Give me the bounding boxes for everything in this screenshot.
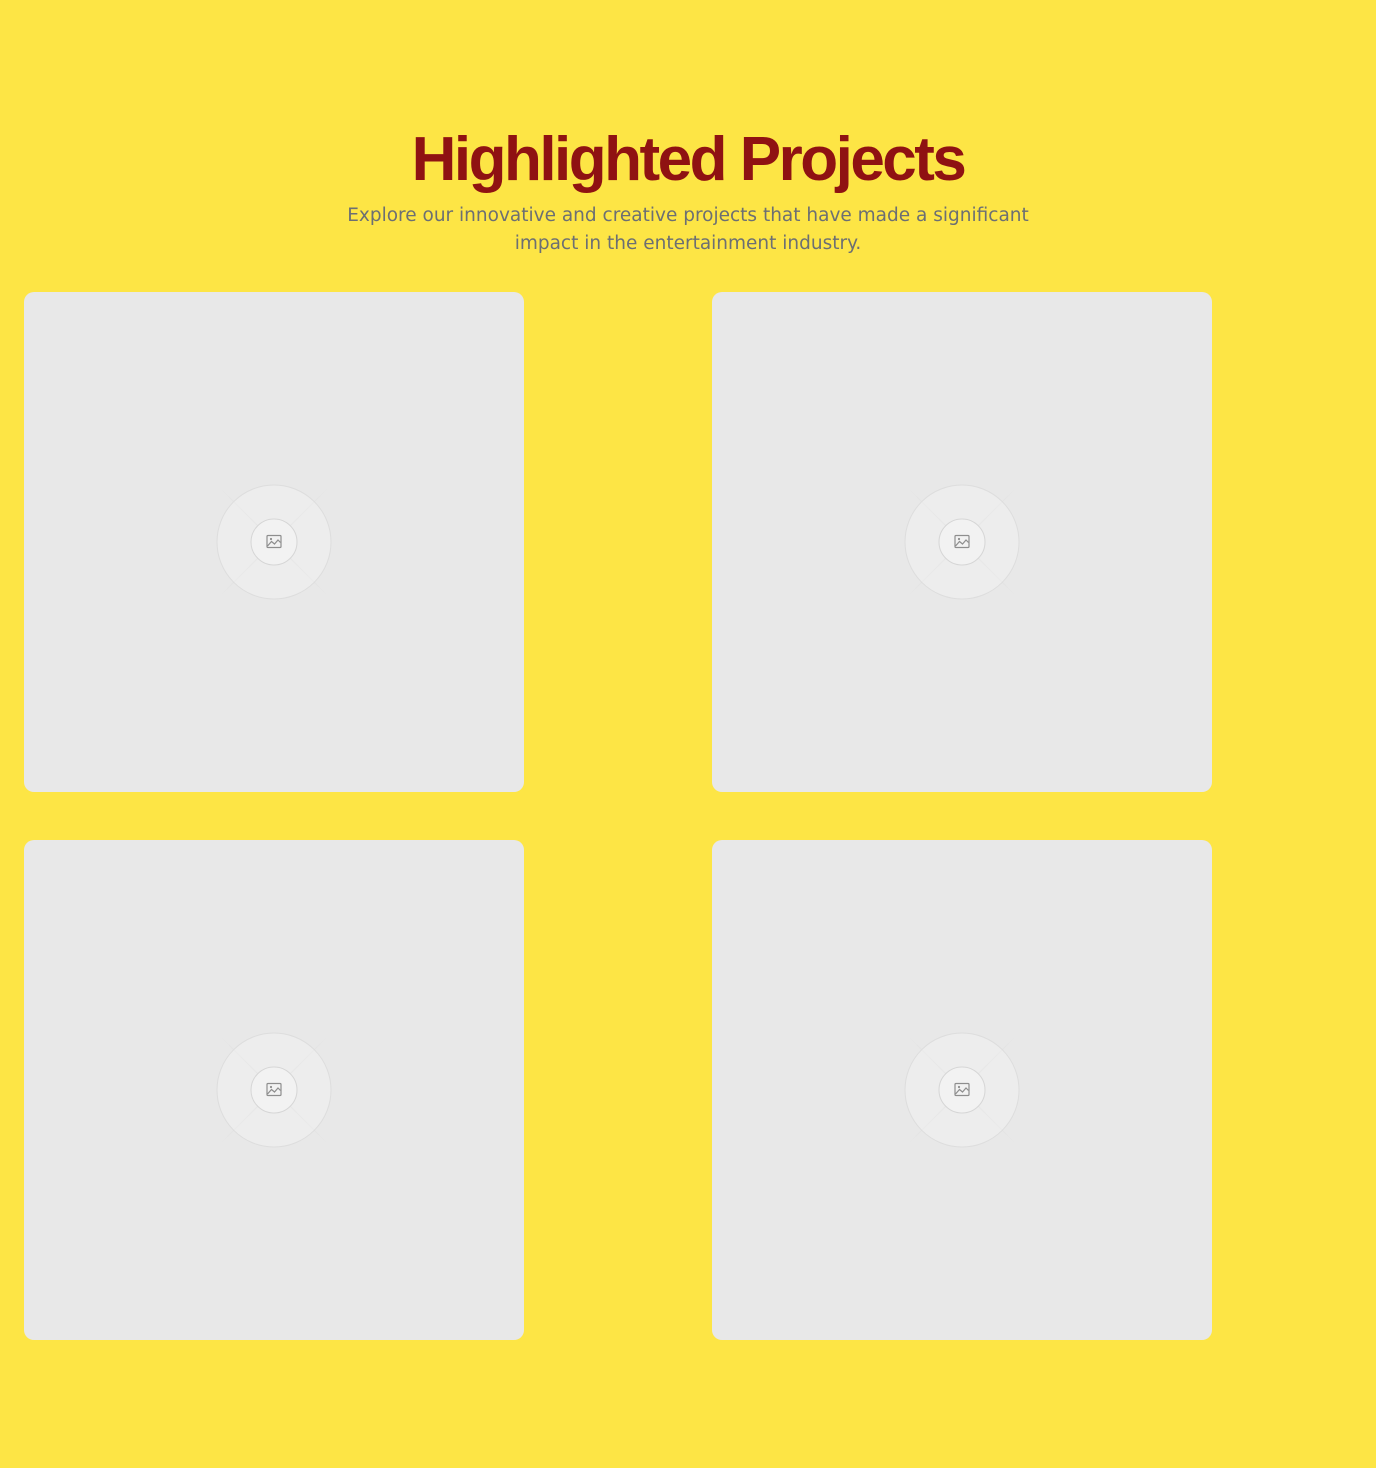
- project-card[interactable]: [24, 840, 524, 1340]
- project-card[interactable]: [712, 840, 1212, 1340]
- project-card[interactable]: [712, 292, 1212, 792]
- section-header: Highlighted Projects Explore our innovat…: [0, 122, 1376, 258]
- project-card[interactable]: [24, 292, 524, 792]
- section-subtitle: Explore our innovative and creative proj…: [347, 205, 1029, 254]
- page-title: Highlighted Projects: [411, 125, 967, 194]
